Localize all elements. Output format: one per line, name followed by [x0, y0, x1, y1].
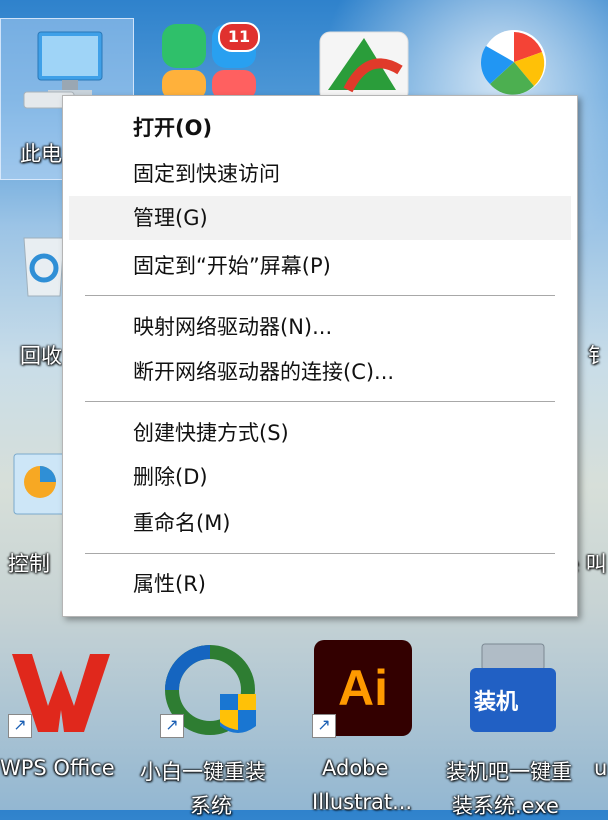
notification-badge: 11	[218, 22, 260, 52]
zhuangjiba-label-line2: 装系统.exe	[452, 794, 559, 818]
menu-item-pin-quick-access[interactable]: 固定到快速访问	[69, 152, 571, 196]
menu-item-manage[interactable]: 管理(G)	[69, 196, 571, 240]
zhuangjiba-label: 装机吧一键重	[446, 760, 572, 784]
recycle-bin-label: 回收	[20, 344, 62, 368]
menu-item-rename[interactable]: 重命名(M)	[69, 501, 571, 545]
shortcut-arrow-icon: ↗	[312, 714, 336, 738]
shortcut-arrow-icon: ↗	[160, 714, 184, 738]
menu-item-delete[interactable]: 删除(D)	[69, 455, 571, 499]
control-panel-icon[interactable]	[12, 452, 68, 516]
right-edge-label-3: u	[594, 756, 608, 780]
this-pc-label: 此电	[20, 142, 62, 166]
menu-item-pin-start[interactable]: 固定到“开始”屏幕(P)	[69, 244, 571, 288]
pinwheel-app-icon[interactable]	[472, 22, 556, 98]
menu-item-disconnect-network-drive[interactable]: 断开网络驱动器的连接(C)...	[69, 350, 571, 394]
ai-logo-text: Ai	[338, 660, 388, 716]
menu-separator	[85, 401, 555, 402]
adobe-illustrator-label: Adobe	[322, 756, 389, 780]
zhuangjiba-icon[interactable]: 装机	[464, 640, 562, 740]
menu-item-map-network-drive[interactable]: 映射网络驱动器(N)...	[69, 305, 571, 349]
shortcut-arrow-icon: ↗	[8, 714, 32, 738]
xiaobai-label-line2: 系统	[190, 794, 232, 818]
xiaobai-label: 小白一键重装	[140, 760, 266, 784]
adobe-illustrator-label-line2: Illustrat...	[312, 790, 413, 814]
control-panel-label: 控制	[8, 552, 50, 576]
menu-item-open[interactable]: 打开(O)	[69, 106, 571, 150]
context-menu: 打开(O) 固定到快速访问 管理(G) 固定到“开始”屏幕(P) 映射网络驱动器…	[62, 95, 578, 617]
menu-separator	[85, 553, 555, 554]
wps-office-label: WPS Office	[0, 756, 115, 780]
right-edge-label-1: 钅	[588, 344, 608, 368]
menu-separator	[85, 295, 555, 296]
zhuangjiba-logo-text: 装机	[474, 690, 519, 715]
fast-browser-icon[interactable]	[318, 30, 410, 103]
menu-item-create-shortcut[interactable]: 创建快捷方式(S)	[69, 411, 571, 455]
menu-item-properties[interactable]: 属性(R)	[69, 562, 571, 606]
